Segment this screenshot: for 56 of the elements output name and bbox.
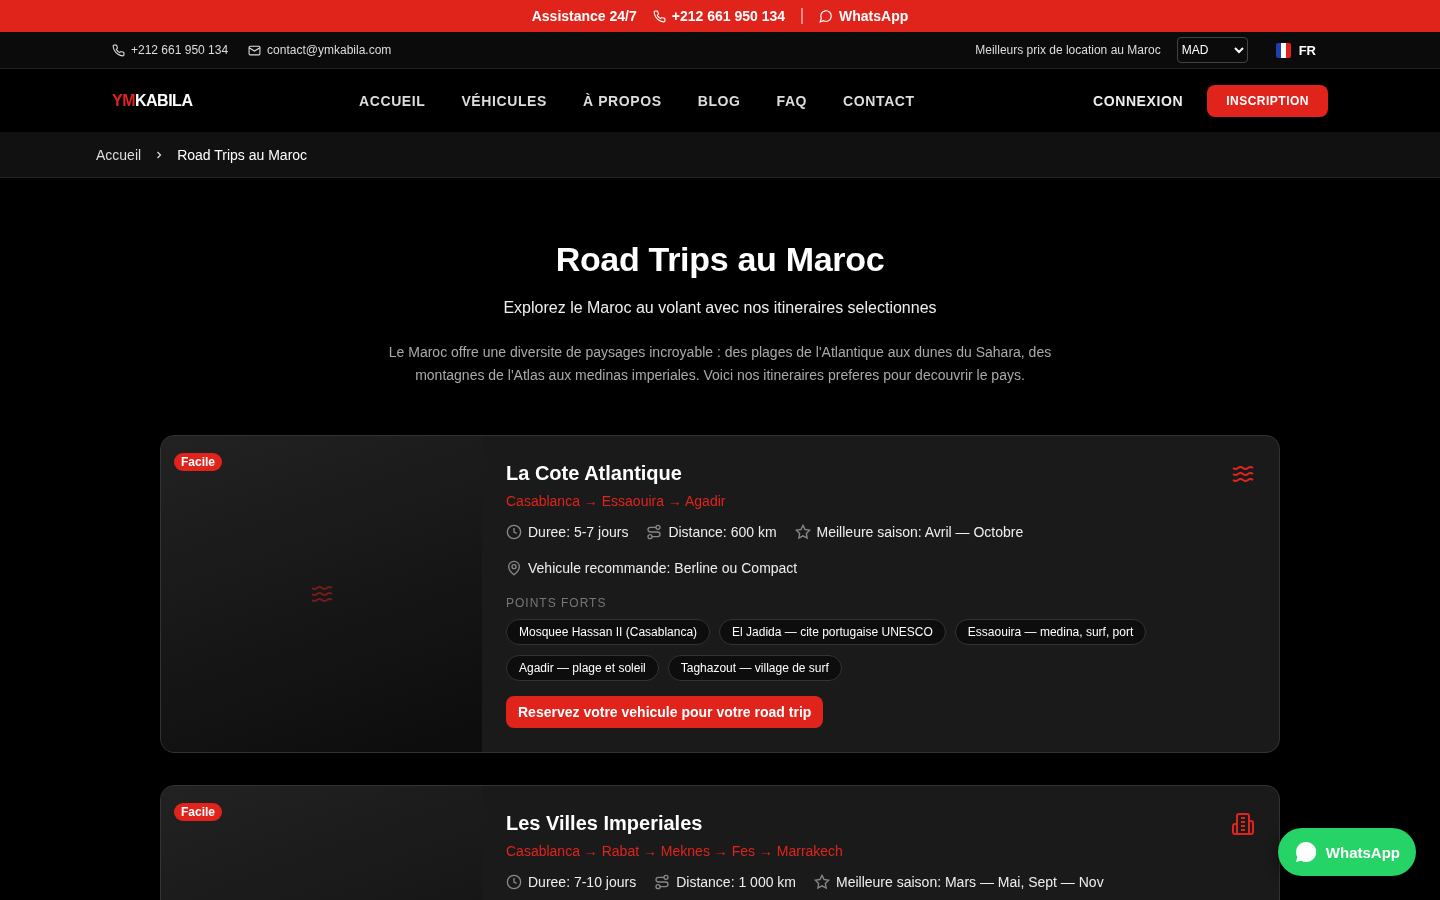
email-address: contact@ymkabila.com bbox=[267, 43, 392, 57]
nav-link[interactable]: FAQ bbox=[776, 92, 808, 109]
route-icon bbox=[646, 524, 663, 540]
chat-icon bbox=[819, 9, 834, 23]
assistance-label: Assistance 24/7 bbox=[531, 8, 637, 24]
page-subtitle: Explorez le Maroc au volant avec nos itineraires selectionnes bbox=[503, 299, 937, 317]
nav-link[interactable]: À PROPOS bbox=[582, 92, 662, 109]
page-title: Road Trips au Maroc bbox=[555, 240, 885, 278]
highlights-label: POINTS FORTS bbox=[506, 596, 607, 610]
star-icon bbox=[794, 524, 811, 540]
duration: Duree: 5-7 jours bbox=[528, 524, 629, 540]
best-season: Meilleure saison: Avril — Octobre bbox=[816, 524, 1024, 540]
trip-route: Casablanca → Rabat → Meknes → Fes → Marrakech bbox=[506, 843, 843, 859]
phone-link[interactable]: +212 661 950 134 bbox=[671, 8, 786, 24]
building-icon bbox=[1231, 812, 1255, 836]
flag-icon bbox=[1275, 42, 1291, 58]
nav-link[interactable]: CONTACT bbox=[843, 92, 915, 109]
tagline: Meilleurs prix de location au Maroc bbox=[975, 43, 1161, 57]
clock-icon bbox=[506, 874, 522, 890]
difficulty-badge: Facile bbox=[174, 803, 223, 821]
nav-link[interactable]: ACCUEIL bbox=[359, 92, 426, 109]
highlight-tag: Agadir — plage et soleil bbox=[506, 655, 659, 681]
chat-icon bbox=[1293, 840, 1318, 864]
trip-route: Casablanca → Essaouira → Agadir bbox=[506, 493, 726, 509]
breadcrumb-link[interactable]: Accueil bbox=[96, 146, 142, 163]
clock-icon bbox=[506, 524, 522, 540]
pin-icon bbox=[506, 560, 522, 576]
distance: Distance: 600 km bbox=[668, 524, 777, 540]
distance: Distance: 1 000 km bbox=[676, 874, 796, 890]
trip-title: La Cote Atlantique bbox=[506, 462, 682, 484]
difficulty-badge: Facile bbox=[174, 453, 223, 471]
phone-number: +212 661 950 134 bbox=[131, 43, 229, 57]
book-button[interactable]: Reservez votre vehicule pour votre road trip bbox=[506, 696, 824, 728]
language-code: FR bbox=[1298, 42, 1316, 58]
mail-icon bbox=[248, 43, 262, 57]
route-icon bbox=[654, 874, 671, 890]
signup-button[interactable]: INSCRIPTION bbox=[1207, 84, 1328, 117]
login-link[interactable]: CONNEXION bbox=[1092, 92, 1184, 109]
breadcrumb-current: Road Trips au Maroc bbox=[177, 146, 308, 163]
phone-icon bbox=[112, 43, 125, 57]
whatsapp-link[interactable]: WhatsApp bbox=[839, 8, 909, 24]
star-icon bbox=[814, 874, 830, 890]
recommended-vehicle: Vehicule recommande: Berline ou Compact bbox=[528, 560, 798, 576]
logo[interactable]: YMKABILA bbox=[112, 91, 302, 110]
highlight-tag: Mosquee Hassan II (Casablanca) bbox=[506, 619, 711, 645]
best-season: Meilleure saison: Mars — Mai, Sept — Nov bbox=[836, 874, 1104, 890]
trip-title: Les Villes Imperiales bbox=[506, 812, 703, 834]
currency-select[interactable]: MAD bbox=[1176, 37, 1248, 63]
highlight-tag: Taghazout — village de surf bbox=[667, 655, 842, 681]
nav-link[interactable]: BLOG bbox=[697, 92, 741, 109]
highlight-tag: Essaouira — medina, surf, port bbox=[954, 619, 1147, 645]
intro-paragraph: Le Maroc offre une diversite de paysages incroyable : des plages de l'Atlantique aux dunes du Sahara, des montagnes de l'Atlas aux medinas imperiales. Voici nos itineraires preferes pour decouvrir le pays. bbox=[387, 343, 1053, 385]
highlight-tag: El Jadida — cite portugaise UNESCO bbox=[719, 619, 946, 645]
duration: Duree: 7-10 jours bbox=[528, 874, 637, 890]
phone-icon bbox=[652, 9, 666, 23]
nav-link[interactable]: VÉHICULES bbox=[461, 92, 547, 109]
